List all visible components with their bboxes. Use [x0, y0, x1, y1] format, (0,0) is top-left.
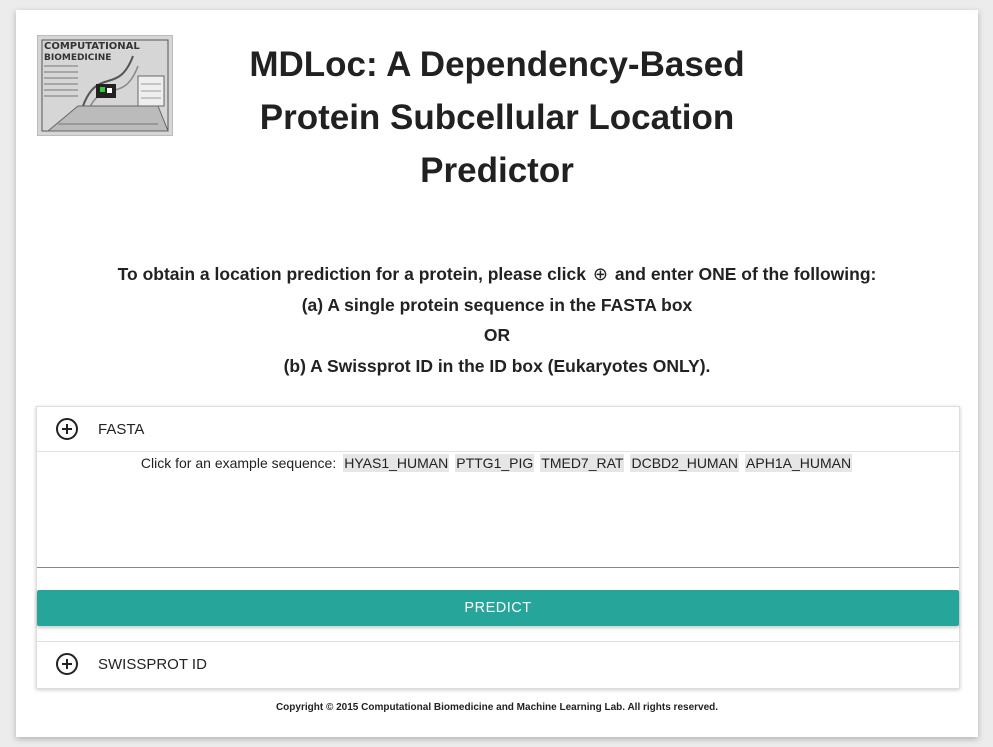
lab-logo: COMPUTATIONAL BIOMEDICINE	[37, 35, 173, 136]
add-circle-icon	[56, 418, 78, 440]
example-sequence-link[interactable]: TMED7_RAT	[540, 454, 625, 472]
instruction-line-1: To obtain a location prediction for a pr…	[16, 259, 978, 290]
example-sequence-link[interactable]: DCBD2_HUMAN	[630, 454, 740, 472]
main-card: COMPUTATIONAL BIOMEDICINE MDLoc: A Depen…	[16, 10, 978, 737]
add-circle-icon	[56, 653, 78, 675]
title-line-1: MDLoc: A Dependency-Based	[249, 45, 745, 84]
instruction-line-4: (b) A Swissprot ID in the ID box (Eukary…	[283, 355, 711, 376]
add-circle-icon: ⊕	[592, 264, 608, 284]
fasta-section-label: FASTA	[98, 420, 145, 438]
title-line-2: Protein Subcellular Location	[259, 98, 735, 137]
input-panel: FASTA Click for an example sequence: HYAS…	[36, 406, 960, 689]
instruction-line-2: (a) A single protein sequence in the FAS…	[301, 294, 693, 315]
logo-text-line-2: BIOMEDICINE	[44, 53, 111, 63]
instruction-line-1-end: and enter ONE of the following:	[614, 264, 877, 284]
logo-text-line-1: COMPUTATIONAL	[44, 41, 140, 52]
example-sequences-label: Click for an example sequence:	[140, 455, 337, 471]
example-sequences-bar: Click for an example sequence: HYAS1_HUMA…	[37, 451, 959, 475]
page-title: MDLoc: A Dependency-Based Protein Subcel…	[216, 38, 778, 197]
example-sequence-link[interactable]: APH1A_HUMAN	[745, 454, 853, 472]
example-sequence-link[interactable]: PTTG1_PIG	[455, 454, 535, 472]
example-sequence-link[interactable]: HYAS1_HUMAN	[343, 454, 450, 472]
title-line-3: Predictor	[420, 151, 574, 190]
copyright-footer: Copyright © 2015 Computational Biomedici…	[275, 702, 719, 713]
instruction-line-1-start: To obtain a location prediction for a pr…	[117, 264, 586, 284]
swissprot-section-label: SWISSPROT ID	[98, 655, 207, 673]
fasta-sequence-input[interactable]	[37, 474, 959, 568]
fasta-section-header[interactable]: FASTA	[37, 407, 959, 451]
lab-logo-image: COMPUTATIONAL BIOMEDICINE	[38, 36, 172, 135]
instruction-line-3: OR	[483, 325, 511, 345]
predict-button[interactable]: PREDICT	[37, 590, 959, 626]
swissprot-section-header[interactable]: SWISSPROT ID	[37, 642, 959, 686]
instructions: To obtain a location prediction for a pr…	[16, 259, 978, 381]
